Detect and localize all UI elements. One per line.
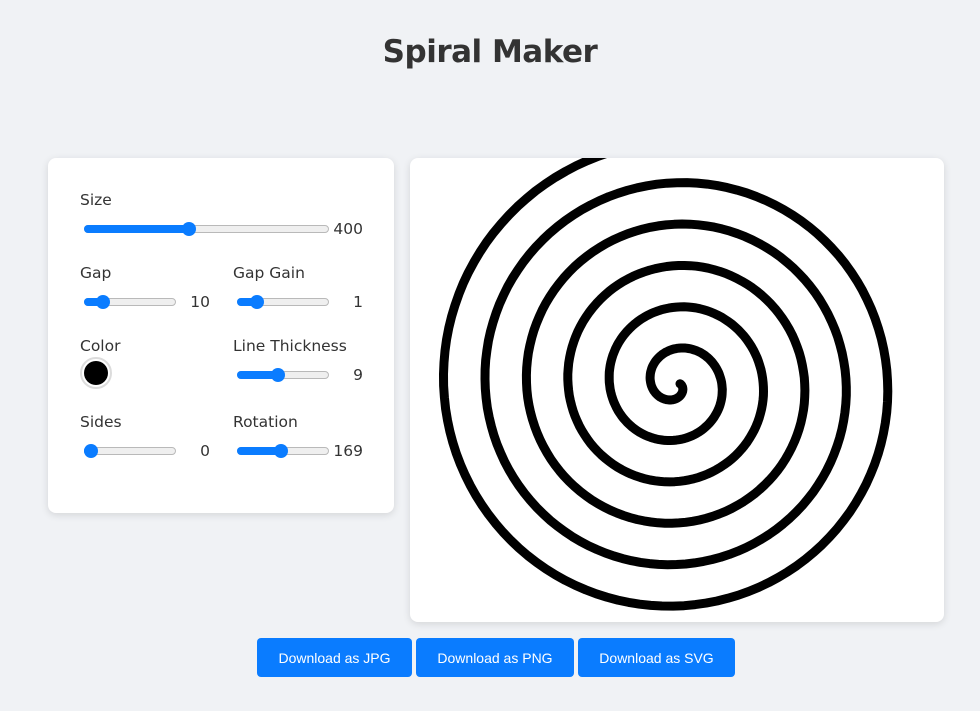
- slider-thumb[interactable]: [250, 295, 265, 309]
- slider-thumb[interactable]: [270, 368, 285, 382]
- color-picker[interactable]: [80, 357, 112, 389]
- color-swatch: [84, 361, 108, 385]
- download-jpg-button[interactable]: Download as JPG: [257, 638, 412, 677]
- gap-gain-slider[interactable]: [237, 293, 329, 311]
- spiral-canvas: [410, 158, 944, 622]
- rotation-value: 169: [333, 442, 363, 460]
- gap-gain-label: Gap Gain: [233, 264, 305, 282]
- slider-thumb[interactable]: [273, 444, 288, 458]
- gap-gain-value: 1: [353, 293, 363, 311]
- gap-label: Gap: [80, 264, 112, 282]
- spiral-drawing: [439, 158, 893, 611]
- color-label: Color: [80, 337, 121, 355]
- sides-label: Sides: [80, 413, 122, 431]
- download-svg-button[interactable]: Download as SVG: [578, 638, 735, 677]
- line-thickness-slider[interactable]: [237, 366, 329, 384]
- rotation-slider[interactable]: [237, 442, 329, 460]
- slider-thumb[interactable]: [84, 444, 98, 458]
- slider-thumb[interactable]: [96, 295, 111, 309]
- gap-value: 10: [190, 293, 210, 311]
- rotation-label: Rotation: [233, 413, 298, 431]
- size-value: 400: [333, 220, 363, 238]
- download-png-button[interactable]: Download as PNG: [416, 638, 574, 677]
- slider-fill: [84, 225, 190, 233]
- spiral-line: [439, 158, 893, 611]
- line-thickness-label: Line Thickness: [233, 337, 347, 355]
- sides-value: 0: [200, 442, 210, 460]
- line-thickness-value: 9: [353, 366, 363, 384]
- slider-thumb[interactable]: [182, 222, 197, 236]
- size-label: Size: [80, 191, 112, 209]
- size-slider[interactable]: [84, 220, 329, 238]
- sides-slider[interactable]: [84, 442, 176, 460]
- page-title: Spiral Maker: [382, 34, 598, 70]
- gap-slider[interactable]: [84, 293, 176, 311]
- spiral-maker-page: Spiral Maker Size 400 Gap 10 Gap Gain 1 …: [0, 0, 980, 711]
